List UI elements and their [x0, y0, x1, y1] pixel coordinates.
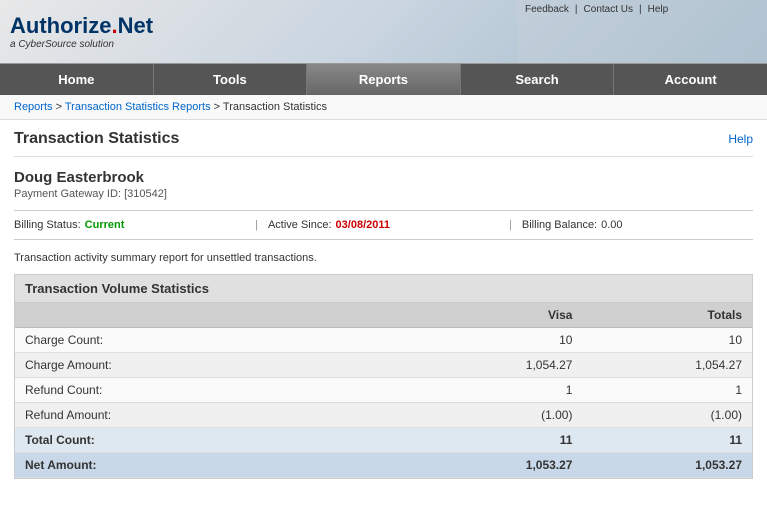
cell-visa: 1	[420, 378, 582, 403]
cell-label: Charge Count:	[15, 328, 420, 353]
page-title: Transaction Statistics	[14, 130, 179, 148]
help-link-header[interactable]: Help	[648, 4, 669, 15]
cell-visa: 1,054.27	[420, 353, 582, 378]
cell-visa: (1.00)	[420, 403, 582, 428]
breadcrumb-sep1: >	[56, 101, 65, 113]
header-links: Feedback | Contact Us | Help	[517, 0, 767, 63]
billing-divider-1: |	[245, 219, 268, 231]
logo-sub: a CyberSource solution	[10, 39, 153, 50]
col-header-totals: Totals	[582, 303, 752, 328]
table-row: Net Amount:1,053.271,053.27	[15, 453, 752, 478]
stats-table: Visa Totals Charge Count:1010Charge Amou…	[15, 303, 752, 478]
table-row: Charge Amount:1,054.271,054.27	[15, 353, 752, 378]
help-link[interactable]: Help	[728, 132, 753, 146]
cell-totals: 10	[582, 328, 752, 353]
billing-status-segment: Billing Status: Current	[14, 219, 245, 231]
cell-totals: 1,054.27	[582, 353, 752, 378]
billing-divider-2: |	[499, 219, 522, 231]
breadcrumb-reports[interactable]: Reports	[14, 101, 53, 113]
breadcrumb-tx-stats-reports[interactable]: Transaction Statistics Reports	[65, 101, 211, 113]
col-header-label	[15, 303, 420, 328]
cell-totals: 1,053.27	[582, 453, 752, 478]
billing-status-label: Billing Status:	[14, 219, 81, 231]
cell-label: Charge Amount:	[15, 353, 420, 378]
table-section: Transaction Volume Statistics Visa Total…	[14, 274, 753, 479]
table-row: Total Count:1111	[15, 428, 752, 453]
nav-reports[interactable]: Reports	[307, 64, 461, 95]
billing-balance-value: 0.00	[601, 219, 622, 231]
nav-tools[interactable]: Tools	[154, 64, 308, 95]
cell-totals: (1.00)	[582, 403, 752, 428]
cell-label: Refund Amount:	[15, 403, 420, 428]
billing-row: Billing Status: Current | Active Since: …	[14, 210, 753, 240]
gateway-id-value: [310542]	[124, 188, 167, 200]
cell-label: Net Amount:	[15, 453, 420, 478]
main-nav: Home Tools Reports Search Account	[0, 64, 767, 95]
main-content: Transaction Statistics Help Doug Easterb…	[0, 120, 767, 489]
gateway-id: Payment Gateway ID: [310542]	[14, 188, 753, 200]
logo-dot: .	[111, 13, 117, 38]
logo-main: Authorize.Net	[10, 13, 153, 39]
active-since-segment: Active Since: 03/08/2011	[268, 219, 499, 231]
breadcrumb: Reports > Transaction Statistics Reports…	[0, 95, 767, 120]
gateway-id-label: Payment Gateway ID:	[14, 188, 121, 200]
table-header-row: Visa Totals	[15, 303, 752, 328]
breadcrumb-current: Transaction Statistics	[223, 101, 327, 113]
col-header-visa: Visa	[420, 303, 582, 328]
cell-visa: 1,053.27	[420, 453, 582, 478]
table-section-title: Transaction Volume Statistics	[15, 275, 752, 303]
breadcrumb-sep2: >	[214, 101, 223, 113]
billing-balance-segment: Billing Balance: 0.00	[522, 219, 753, 231]
feedback-link[interactable]: Feedback	[525, 4, 569, 15]
cell-totals: 11	[582, 428, 752, 453]
user-name: Doug Easterbrook	[14, 169, 753, 186]
page-title-row: Transaction Statistics Help	[14, 130, 753, 157]
nav-home[interactable]: Home	[0, 64, 154, 95]
nav-search[interactable]: Search	[461, 64, 615, 95]
header: Authorize.Net a CyberSource solution Fee…	[0, 0, 767, 64]
cell-visa: 11	[420, 428, 582, 453]
billing-balance-label: Billing Balance:	[522, 219, 597, 231]
cell-label: Total Count:	[15, 428, 420, 453]
nav-account[interactable]: Account	[614, 64, 767, 95]
contact-link[interactable]: Contact Us	[584, 4, 633, 15]
cell-totals: 1	[582, 378, 752, 403]
active-since-label: Active Since:	[268, 219, 332, 231]
description: Transaction activity summary report for …	[14, 252, 753, 264]
active-since-value: 03/08/2011	[336, 219, 390, 231]
table-row: Refund Count:11	[15, 378, 752, 403]
table-row: Charge Count:1010	[15, 328, 752, 353]
cell-label: Refund Count:	[15, 378, 420, 403]
billing-status-value: Current	[85, 219, 125, 231]
logo: Authorize.Net a CyberSource solution	[10, 13, 153, 50]
table-row: Refund Amount:(1.00)(1.00)	[15, 403, 752, 428]
cell-visa: 10	[420, 328, 582, 353]
